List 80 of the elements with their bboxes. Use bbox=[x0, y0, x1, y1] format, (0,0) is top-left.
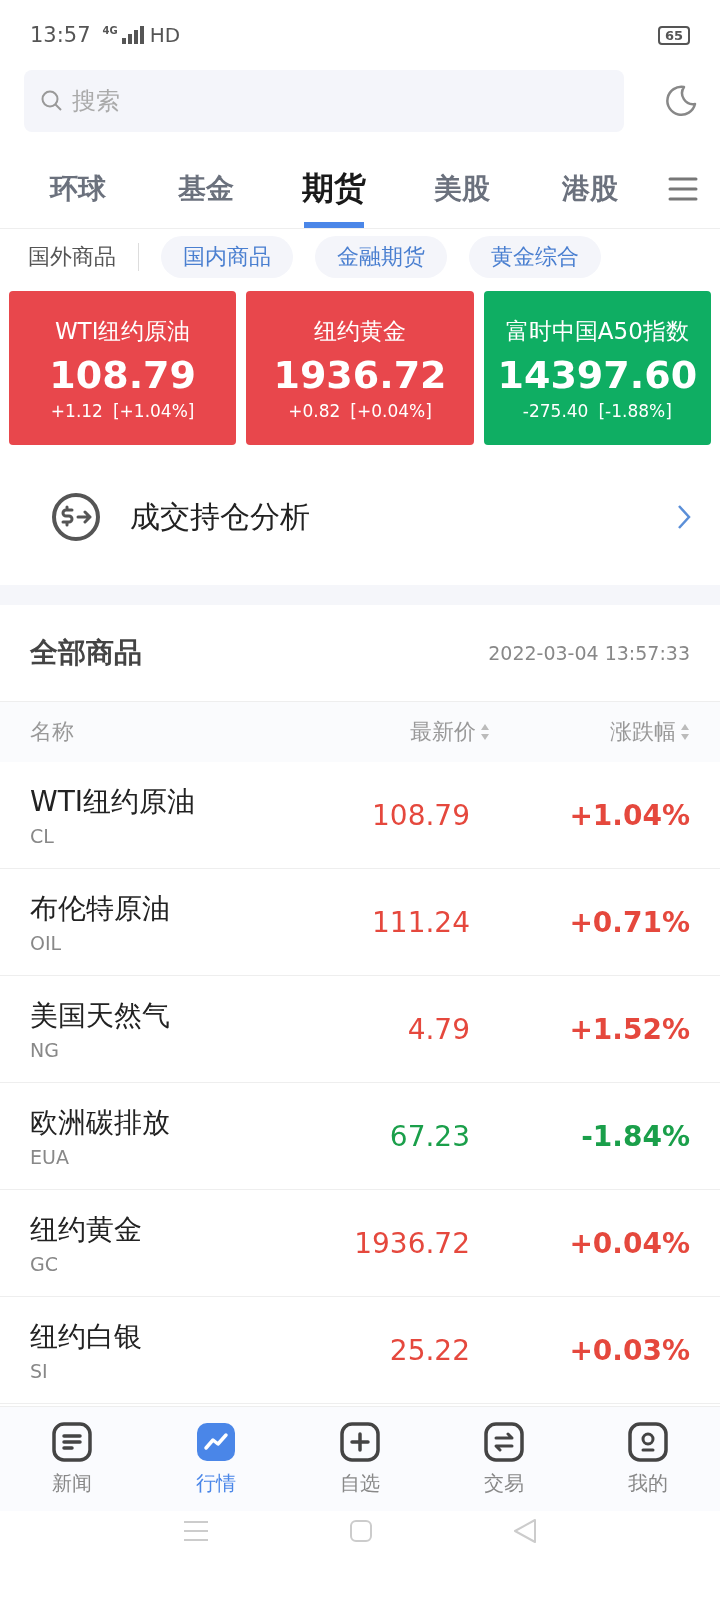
sort-icon bbox=[680, 722, 690, 742]
timestamp: 2022-03-04 13:57:33 bbox=[488, 642, 690, 664]
back-icon[interactable] bbox=[513, 1517, 537, 1544]
tab[interactable]: 期货 bbox=[270, 150, 398, 228]
sort-column-header[interactable]: 最新价 bbox=[270, 717, 490, 747]
tab[interactable]: 环球 bbox=[14, 150, 142, 228]
commodity-name: WTI纽约原油 bbox=[30, 784, 197, 820]
change-percent: +0.03% bbox=[568, 1333, 690, 1367]
document-icon bbox=[52, 1421, 92, 1462]
tab[interactable]: 基金 bbox=[142, 150, 270, 228]
category-chip[interactable]: 黄金综合 bbox=[469, 236, 601, 278]
quote-name: 富时中国A50指数 bbox=[505, 316, 689, 346]
quote-name: 纽约黄金 bbox=[314, 316, 406, 346]
user-icon bbox=[628, 1421, 668, 1462]
status-time: 13:57 bbox=[30, 23, 91, 47]
nav-tab[interactable]: 行情 bbox=[144, 1407, 288, 1511]
swap-icon bbox=[484, 1421, 524, 1462]
analysis-row[interactable]: 成交持仓分析 bbox=[0, 457, 720, 577]
quote-card[interactable]: WTI纽约原油 108.79 +1.12 [+1.04%] bbox=[9, 291, 237, 445]
commodity-name: 纽约黄金 bbox=[30, 1212, 143, 1248]
commodity-code: OIL bbox=[30, 932, 63, 954]
change-percent: +1.04% bbox=[568, 798, 690, 832]
category-chip[interactable]: 国外商品 bbox=[28, 236, 116, 278]
quote-name: WTI纽约原油 bbox=[54, 316, 191, 346]
sort-icon bbox=[480, 722, 490, 742]
quote-percent: [+0.04%] bbox=[350, 400, 432, 421]
category-chip[interactable]: 金融期货 bbox=[315, 236, 447, 278]
quote-price: 108.79 bbox=[49, 352, 196, 397]
exchange-icon bbox=[50, 491, 102, 543]
tab[interactable]: 美股 bbox=[398, 150, 526, 228]
change-percent: +1.52% bbox=[568, 1012, 690, 1046]
commodity-code: SI bbox=[30, 1360, 49, 1382]
hd-label: HD bbox=[149, 23, 181, 47]
section-title: 全部商品 bbox=[30, 635, 142, 671]
signal-icon bbox=[121, 26, 146, 44]
search-icon bbox=[40, 89, 64, 113]
change-percent: +0.04% bbox=[568, 1226, 690, 1260]
quote-percent: [+1.04%] bbox=[112, 400, 195, 421]
quote-change: -275.40 bbox=[522, 400, 589, 421]
network-type: 4G bbox=[102, 24, 118, 36]
quote-price: 14397.60 bbox=[497, 352, 698, 397]
commodity-code: GC bbox=[30, 1253, 59, 1275]
home-icon[interactable] bbox=[349, 1518, 373, 1543]
latest-price: 67.23 bbox=[388, 1119, 470, 1153]
commodity-code: NG bbox=[30, 1039, 60, 1061]
battery-indicator: 65 bbox=[657, 25, 690, 45]
column-header: 名称 bbox=[30, 718, 75, 746]
tab[interactable]: 港股 bbox=[526, 150, 654, 228]
plus-icon bbox=[340, 1421, 380, 1462]
quote-change: +1.12 bbox=[50, 400, 103, 421]
commodity-code: EUA bbox=[30, 1146, 70, 1168]
latest-price: 108.79 bbox=[371, 798, 470, 832]
quote-change: +0.82 bbox=[288, 400, 341, 421]
quote-price: 1936.72 bbox=[273, 352, 447, 397]
latest-price: 4.79 bbox=[406, 1012, 470, 1046]
quote-card[interactable]: 纽约黄金 1936.72 +0.82 [+0.04%] bbox=[246, 291, 474, 445]
quote-percent: [-1.88%] bbox=[598, 400, 672, 421]
commodity-name: 欧洲碳排放 bbox=[30, 1105, 171, 1141]
commodity-code: CL bbox=[30, 825, 55, 847]
latest-price: 25.22 bbox=[388, 1333, 470, 1367]
commodity-name: 美国天然气 bbox=[30, 998, 171, 1034]
latest-price: 111.24 bbox=[371, 905, 470, 939]
nav-tab[interactable]: 我的 bbox=[576, 1407, 720, 1511]
quote-card[interactable]: 富时中国A50指数 14397.60 -275.40 [-1.88%] bbox=[483, 291, 711, 445]
latest-price: 1936.72 bbox=[353, 1226, 470, 1260]
nav-tab[interactable]: 交易 bbox=[432, 1407, 576, 1511]
recents-icon[interactable] bbox=[183, 1519, 209, 1542]
menu-icon[interactable] bbox=[668, 176, 698, 202]
change-percent: +0.71% bbox=[568, 905, 690, 939]
moon-icon[interactable] bbox=[664, 84, 698, 118]
commodity-name: 纽约白银 bbox=[30, 1319, 143, 1355]
sort-column-header[interactable]: 涨跌幅 bbox=[490, 717, 690, 747]
chevron-right-icon bbox=[676, 503, 692, 531]
nav-tab[interactable]: 自选 bbox=[288, 1407, 432, 1511]
search-field[interactable]: 搜索 bbox=[24, 70, 624, 132]
chart-icon bbox=[196, 1421, 236, 1462]
commodity-name: 布伦特原油 bbox=[30, 891, 171, 927]
change-percent: -1.84% bbox=[580, 1119, 690, 1153]
nav-tab[interactable]: 新闻 bbox=[0, 1407, 144, 1511]
category-chip[interactable]: 国内商品 bbox=[161, 236, 293, 278]
